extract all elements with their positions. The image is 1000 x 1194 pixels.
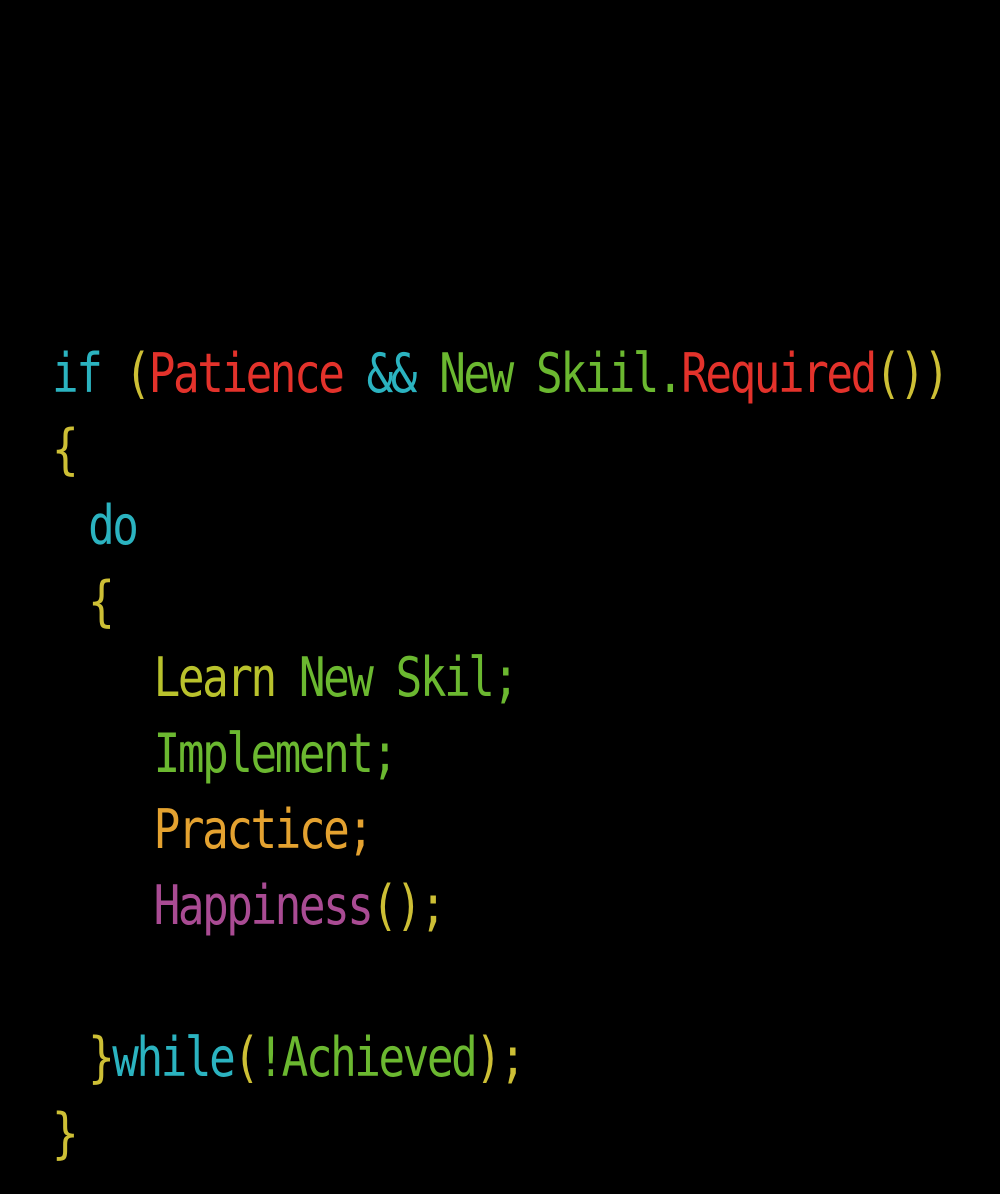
outer-open-brace: { [52, 418, 79, 481]
code-line-while: }while(!Achieved); [52, 1020, 815, 1096]
implement-token: Implement; [153, 722, 398, 785]
achieved-token: !Achieved [257, 1026, 477, 1089]
happiness-token: Happiness [153, 874, 374, 937]
code-block: if (Patience && New Skiil.Required()) { … [52, 336, 950, 1172]
close-parens: ()) [874, 342, 950, 405]
code-line-do: do [52, 488, 815, 564]
code-line-learn: Learn New Skil; [52, 640, 815, 716]
inner-open-brace: { [88, 570, 115, 633]
code-line-practice: Practice; [52, 792, 815, 868]
happiness-call: (); [371, 874, 446, 937]
practice-token: Practice; [153, 798, 374, 861]
learn-token: Learn [153, 646, 299, 709]
outer-close-brace: } [52, 1102, 79, 1165]
code-line-outer-close-brace: } [52, 1096, 815, 1172]
while-open-paren: ( [233, 1026, 260, 1089]
code-line-happiness: Happiness(); [52, 868, 815, 944]
patience-token: Patience [148, 342, 367, 405]
code-line-implement: Implement; [52, 716, 815, 792]
code-line-outer-open-brace: { [52, 412, 815, 488]
required-token: Required [681, 342, 877, 405]
new-skiil-token: New Skiil. [439, 342, 683, 405]
code-line-if: if (Patience && New Skiil.Required()) [52, 336, 950, 412]
do-keyword: do [88, 494, 139, 557]
open-paren: ( [124, 342, 152, 405]
while-close-paren: ); [475, 1026, 526, 1089]
while-keyword: while [112, 1026, 235, 1089]
and-operator: && [366, 342, 440, 405]
code-line-inner-open-brace: { [52, 564, 815, 640]
new-skil-token: New Skil; [298, 646, 519, 709]
if-keyword: if [52, 342, 125, 405]
inner-close-brace: } [88, 1026, 115, 1089]
